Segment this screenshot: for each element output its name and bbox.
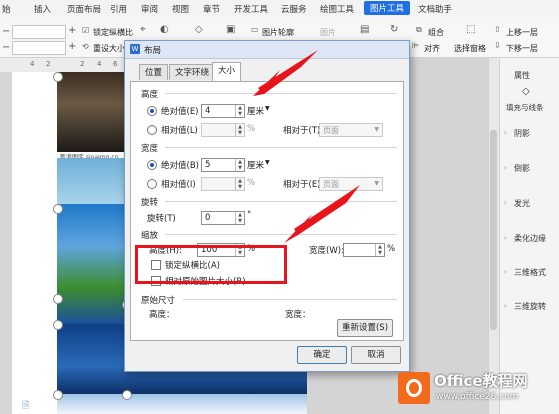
- logo-ring: [406, 379, 422, 397]
- office-logo-icon: [398, 372, 430, 404]
- watermark-brand: Office教程网: [434, 372, 528, 390]
- arrow-to-checkbox-icon: [294, 185, 360, 235]
- annotation-arrows: [253, 50, 360, 243]
- arrow-head-icon: [284, 214, 312, 243]
- site-watermark: Office教程网 www.office26.com: [392, 364, 559, 414]
- watermark-url: www.office26.com: [436, 392, 519, 402]
